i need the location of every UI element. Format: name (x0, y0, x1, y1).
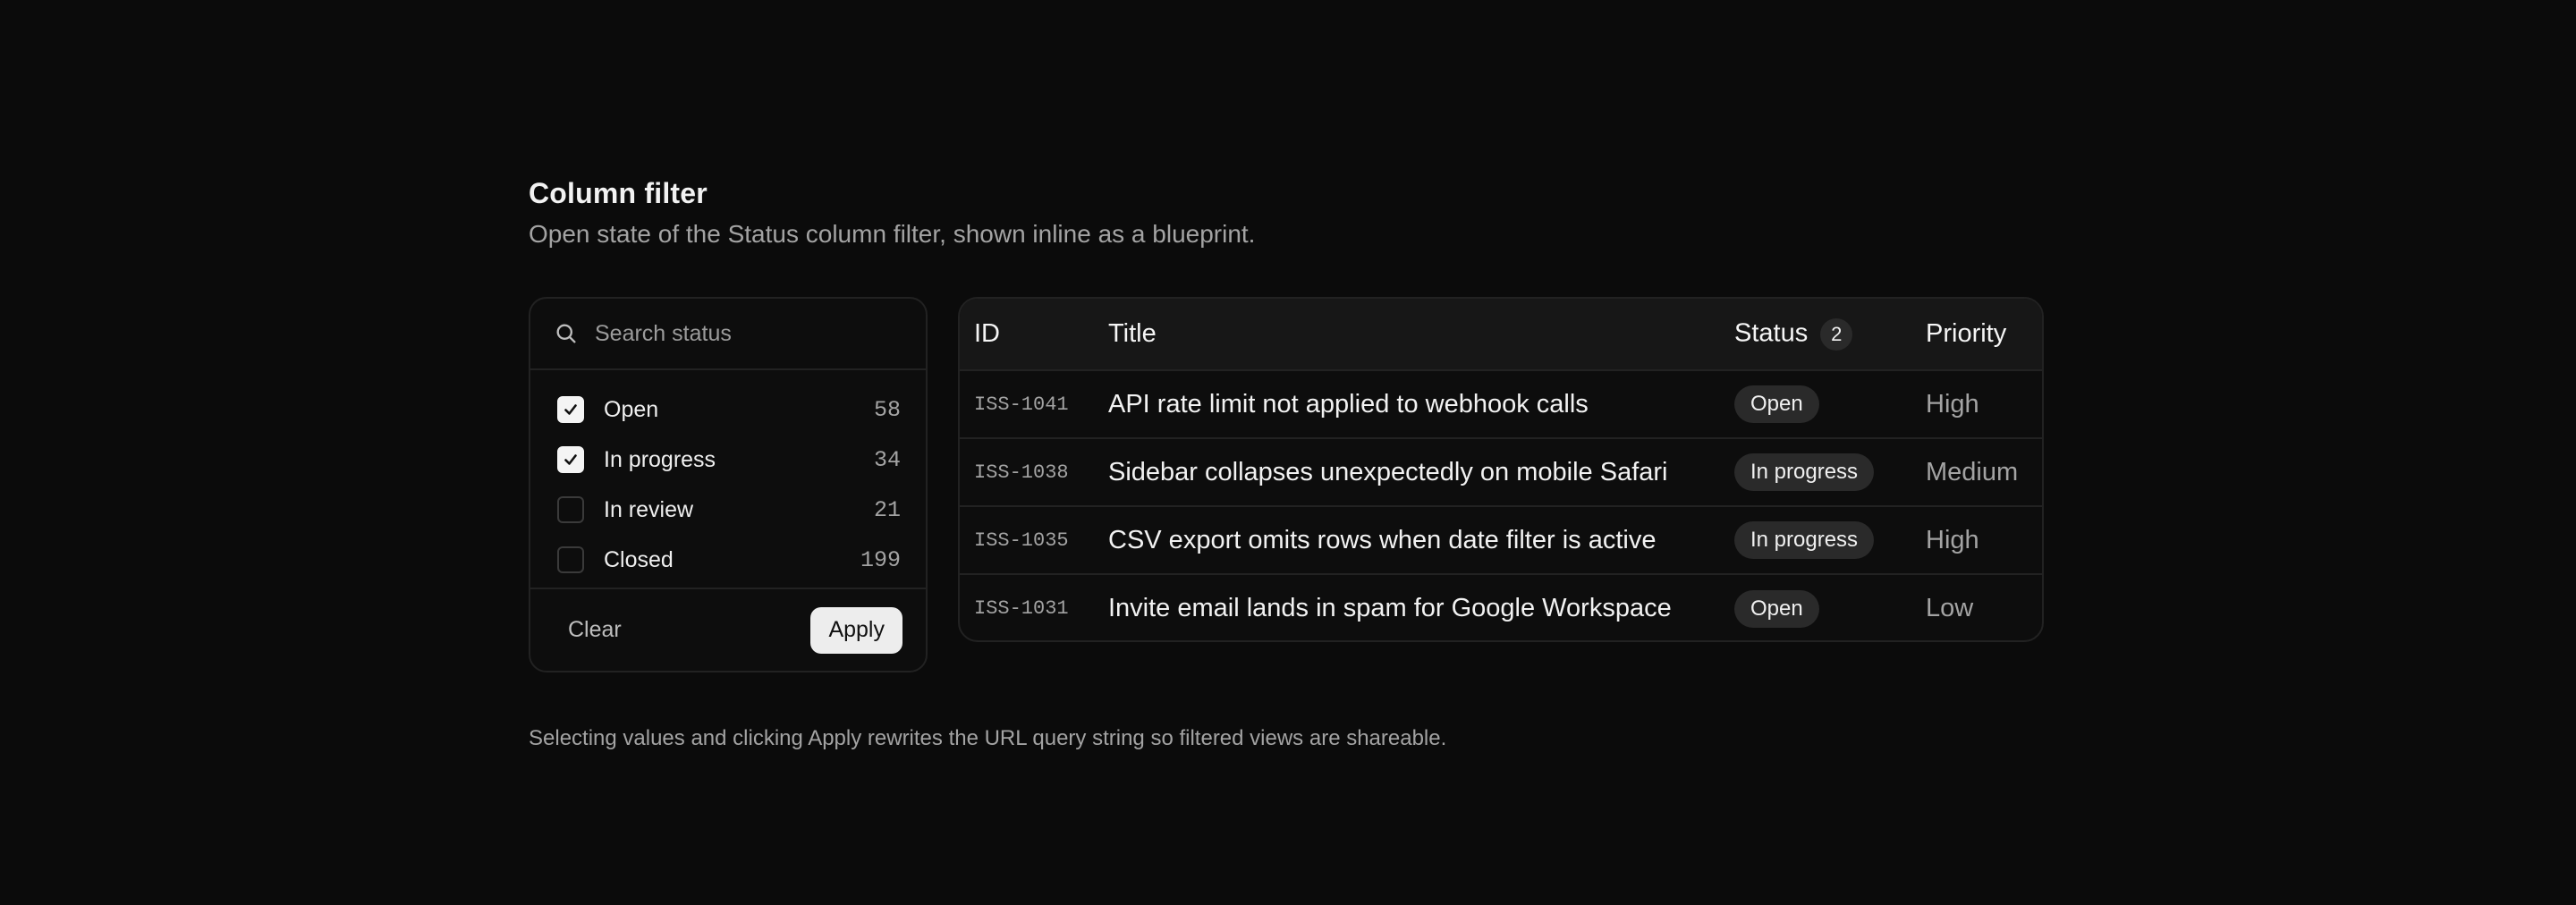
status-badge: In progress (1734, 453, 1875, 491)
apply-button[interactable]: Apply (810, 606, 902, 654)
option-label: In review (604, 496, 694, 522)
status-filter-panel: Open 58 In progress 34 In review 21 (529, 297, 928, 672)
issue-priority: Medium (1926, 457, 2019, 486)
search-icon (556, 324, 576, 343)
check-icon (564, 404, 577, 415)
footnote: Selecting values and clicking Apply rewr… (529, 726, 1447, 750)
option-in-progress[interactable]: In progress 34 (530, 435, 926, 485)
option-label: Closed (604, 546, 674, 572)
column-header-id[interactable]: ID (960, 299, 1108, 370)
option-open[interactable]: Open 58 (530, 385, 926, 435)
issues-table: ID Title Status 2 Priority ISS-1041 API r… (958, 297, 2044, 642)
status-badge: Open (1734, 589, 1819, 628)
issue-priority: High (1926, 525, 1979, 554)
issue-title: API rate limit not applied to webhook ca… (1108, 389, 1589, 419)
page-title: Column filter (529, 177, 708, 209)
issue-id: ISS-1038 (974, 461, 1069, 484)
filter-footer: Clear Apply (530, 589, 926, 671)
column-header-status-label: Status (1734, 318, 1809, 348)
option-closed[interactable]: Closed 199 (530, 535, 926, 585)
table-row[interactable]: ISS-1035 CSV export omits rows when date… (960, 506, 2042, 574)
status-options: Open 58 In progress 34 In review 21 Clos… (530, 370, 926, 589)
issue-priority: Low (1926, 594, 1974, 622)
column-header-status[interactable]: Status 2 (1734, 299, 1926, 370)
status-filter-count-badge: 2 (1820, 317, 1853, 351)
checkbox-in-progress[interactable] (557, 446, 584, 473)
option-label: In progress (604, 446, 716, 472)
search-input[interactable] (595, 320, 881, 347)
checkbox-closed[interactable] (557, 546, 584, 573)
issue-id: ISS-1041 (974, 393, 1069, 416)
table-row[interactable]: ISS-1038 Sidebar collapses unexpectedly … (960, 438, 2042, 506)
option-count: 199 (860, 546, 901, 573)
status-badge: Open (1734, 385, 1819, 423)
checkbox-in-review[interactable] (557, 496, 584, 523)
search-row (530, 299, 926, 370)
option-count: 21 (873, 496, 901, 523)
column-filter-demo: Column filter Open state of the Status c… (529, 175, 2049, 750)
issue-title: Invite email lands in spam for Google Wo… (1108, 594, 1672, 622)
page-subtitle: Open state of the Status column filter, … (529, 220, 1256, 248)
issue-title: CSV export omits rows when date filter i… (1108, 525, 1657, 554)
column-header-title[interactable]: Title (1108, 299, 1734, 370)
checkbox-open[interactable] (557, 396, 584, 423)
issue-title: Sidebar collapses unexpectedly on mobile… (1108, 457, 1668, 486)
option-label: Open (604, 396, 659, 422)
option-count: 34 (873, 446, 901, 473)
table-row[interactable]: ISS-1031 Invite email lands in spam for … (960, 574, 2042, 640)
issue-priority: High (1926, 389, 1979, 419)
issue-id: ISS-1035 (974, 529, 1069, 552)
table-header-row: ID Title Status 2 Priority (960, 299, 2042, 370)
option-count: 58 (873, 396, 901, 423)
clear-button[interactable]: Clear (555, 610, 634, 650)
option-in-review[interactable]: In review 21 (530, 485, 926, 535)
column-header-priority[interactable]: Priority (1926, 299, 2042, 370)
issue-id: ISS-1031 (974, 597, 1069, 620)
check-icon (564, 454, 577, 465)
status-badge: In progress (1734, 521, 1875, 559)
table-row[interactable]: ISS-1041 API rate limit not applied to w… (960, 370, 2042, 438)
